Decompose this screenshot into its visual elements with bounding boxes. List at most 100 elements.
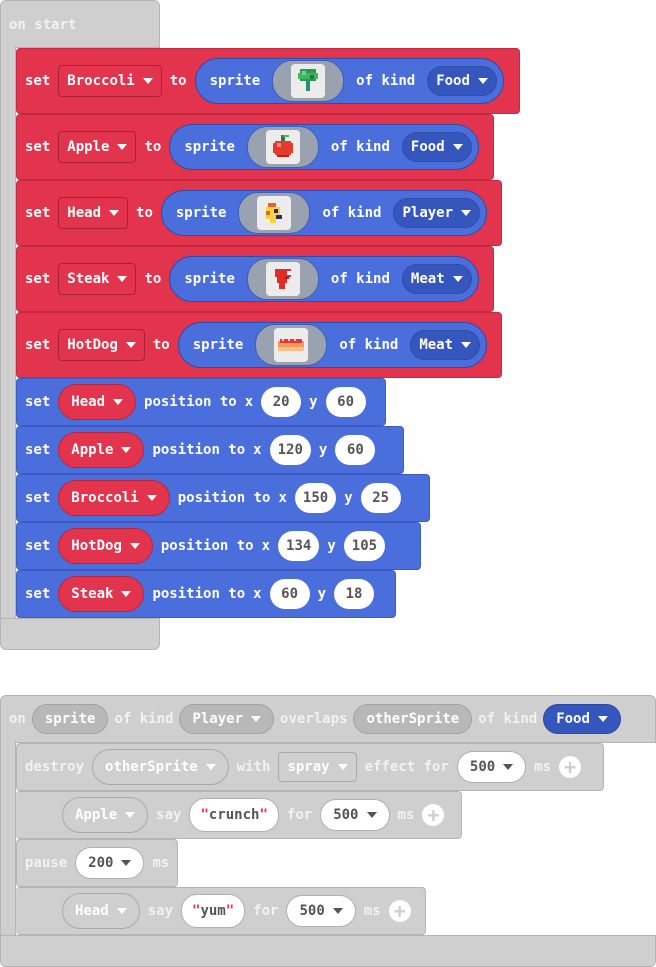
sprite-image-picker[interactable] — [272, 60, 345, 102]
of-kind-keyword: of kind — [339, 337, 399, 353]
variable-dropdown-hotdog[interactable]: HotDog — [58, 329, 145, 361]
say-head-block[interactable]: Head say " yum " for 500 ms + — [16, 887, 426, 935]
sprite-param[interactable]: sprite — [31, 704, 109, 734]
with-keyword: with — [236, 759, 271, 775]
of-kind-keyword: of kind — [322, 205, 382, 221]
set-head-sprite-block[interactable]: set Head to sprite of kind Player — [16, 180, 502, 246]
pause-duration-dropdown[interactable]: 200 — [75, 847, 145, 879]
variable-dropdown-apple[interactable]: Apple — [58, 131, 137, 163]
kind-dropdown-meat[interactable]: Meat — [410, 330, 481, 360]
plus-icon[interactable]: + — [559, 756, 582, 778]
set-head-position-block[interactable]: set Head position to x 20 y 60 — [16, 378, 386, 426]
say-sprite-dropdown-apple[interactable]: Apple — [62, 797, 149, 833]
apple-sprite-icon — [265, 130, 300, 164]
y-input[interactable]: 60 — [335, 435, 376, 465]
x-input[interactable]: 20 — [261, 387, 302, 417]
hotdog-sprite-icon — [274, 328, 309, 362]
x-keyword: x — [253, 442, 262, 458]
plus-icon[interactable]: + — [422, 804, 445, 826]
caret-down-icon — [366, 812, 377, 818]
pause-block[interactable]: pause 200 ms — [16, 839, 178, 887]
sprite-of-kind-hotdog[interactable]: sprite of kind Meat — [177, 322, 488, 368]
overlap-event-hat[interactable]: on sprite of kind Player overlaps otherS… — [0, 695, 656, 743]
duration-dropdown[interactable]: 500 — [286, 895, 356, 927]
sprite-keyword: sprite — [175, 205, 227, 221]
x-input[interactable]: 134 — [278, 531, 320, 561]
duration-dropdown[interactable]: 500 — [456, 751, 527, 783]
x-input[interactable]: 120 — [269, 435, 311, 465]
x-keyword: x — [253, 586, 262, 602]
sprite-image-picker[interactable] — [246, 258, 319, 300]
caret-down-icon — [503, 764, 514, 770]
plus-icon[interactable]: + — [388, 900, 411, 922]
sprite-variable-hotdog[interactable]: HotDog — [58, 528, 153, 564]
caret-down-icon — [205, 764, 216, 770]
destroy-target-dropdown[interactable]: otherSprite — [92, 749, 229, 785]
to-keyword: to — [152, 337, 170, 353]
say-text-input[interactable]: " yum " — [181, 894, 246, 928]
variable-dropdown-broccoli[interactable]: Broccoli — [58, 65, 162, 97]
set-steak-position-block[interactable]: set Steak position to x 60 y 18 — [16, 570, 396, 618]
sprite-of-kind-broccoli[interactable]: sprite of kind Food — [194, 58, 504, 104]
say-apple-block[interactable]: Apple say " crunch " for 500 ms + — [16, 791, 462, 839]
position-to-keyword: position to — [152, 442, 246, 458]
y-keyword: y — [309, 394, 318, 410]
say-text-input[interactable]: " crunch " — [189, 798, 279, 832]
position-to-keyword: position to — [160, 538, 254, 554]
ms-keyword: ms — [534, 759, 552, 775]
x-input[interactable]: 60 — [269, 579, 310, 609]
y-input[interactable]: 60 — [325, 387, 366, 417]
set-apple-sprite-block[interactable]: set Apple to sprite of kind Food — [16, 114, 494, 180]
set-apple-position-block[interactable]: set Apple position to x 120 y 60 — [16, 426, 404, 474]
overlap-event-footer — [0, 935, 656, 967]
kind-dropdown-meat[interactable]: Meat — [401, 264, 472, 294]
sprite-variable-apple[interactable]: Apple — [58, 432, 145, 468]
kind-dropdown-player[interactable]: Player — [179, 704, 275, 734]
caret-down-icon — [332, 908, 343, 914]
variable-dropdown-head[interactable]: Head — [58, 197, 129, 229]
caret-down-icon — [337, 764, 348, 770]
sprite-of-kind-steak[interactable]: sprite of kind Meat — [169, 256, 479, 302]
sprite-keyword: sprite — [192, 337, 244, 353]
kind-dropdown-food[interactable]: Food — [427, 66, 497, 96]
kind-dropdown-player[interactable]: Player — [393, 198, 481, 228]
kind-dropdown-food[interactable]: Food — [401, 132, 472, 162]
position-to-keyword: position to — [177, 490, 271, 506]
y-input[interactable]: 18 — [334, 579, 375, 609]
caret-down-icon — [452, 144, 463, 150]
set-hotdog-position-block[interactable]: set HotDog position to x 134 y 105 — [16, 522, 421, 570]
set-steak-sprite-block[interactable]: set Steak to sprite of kind Meat — [16, 246, 494, 312]
y-input[interactable]: 105 — [343, 531, 386, 561]
set-broccoli-position-block[interactable]: set Broccoli position to x 150 y 25 — [16, 474, 430, 522]
sprite-of-kind-head[interactable]: sprite of kind Player — [160, 190, 488, 236]
ms-keyword: ms — [397, 807, 415, 823]
set-keyword: set — [25, 337, 51, 353]
caret-down-icon — [461, 210, 472, 216]
caret-down-icon — [109, 210, 120, 216]
effect-dropdown[interactable]: spray — [278, 752, 357, 782]
to-keyword: to — [144, 271, 162, 287]
sprite-of-kind-apple[interactable]: sprite of kind Food — [169, 124, 479, 170]
sprite-variable-steak[interactable]: Steak — [58, 576, 145, 612]
y-keyword: y — [327, 538, 336, 554]
y-input[interactable]: 25 — [360, 483, 401, 513]
sprite-variable-broccoli[interactable]: Broccoli — [58, 480, 170, 516]
kind-dropdown-food[interactable]: Food — [543, 704, 621, 734]
set-broccoli-sprite-block[interactable]: set Broccoli to sprite of kind Food — [16, 48, 520, 114]
sprite-image-picker[interactable] — [246, 126, 319, 168]
y-keyword: y — [318, 442, 328, 458]
sprite-image-picker[interactable] — [238, 192, 311, 234]
set-hotdog-sprite-block[interactable]: set HotDog to sprite of kind Meat — [16, 312, 502, 378]
set-keyword: set — [25, 394, 51, 410]
destroy-block[interactable]: destroy otherSprite with spray effect fo… — [16, 743, 604, 791]
on-start-hat[interactable]: on start — [0, 0, 160, 48]
sprite-image-picker[interactable] — [255, 324, 328, 366]
sprite-keyword: sprite — [184, 139, 235, 155]
x-input[interactable]: 150 — [294, 483, 337, 513]
duration-dropdown[interactable]: 500 — [320, 799, 390, 831]
say-sprite-dropdown-head[interactable]: Head — [62, 893, 140, 929]
caret-down-icon — [452, 276, 463, 282]
sprite-variable-head[interactable]: Head — [58, 384, 137, 420]
variable-dropdown-steak[interactable]: Steak — [58, 263, 137, 295]
other-sprite-param[interactable]: otherSprite — [353, 704, 473, 734]
